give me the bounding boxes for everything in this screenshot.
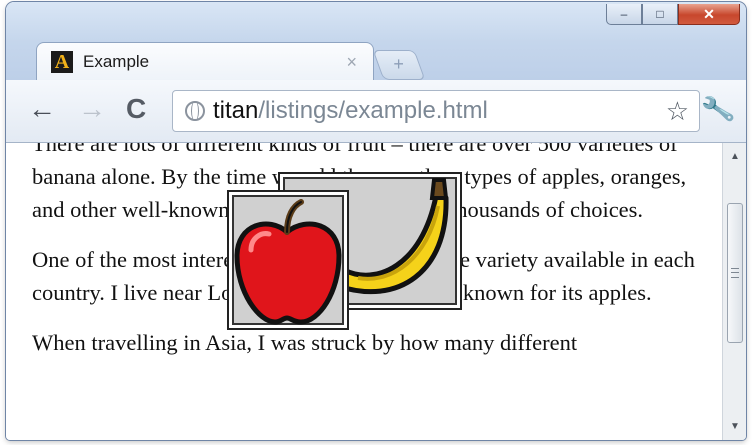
- tab-example[interactable]: A Example ×: [36, 42, 374, 81]
- minimize-button[interactable]: –: [606, 4, 642, 25]
- tab-title: Example: [83, 52, 150, 71]
- url-text[interactable]: titan/listings/example.html: [213, 97, 666, 125]
- scroll-down-arrow-icon[interactable]: ▼: [723, 421, 746, 432]
- toolbar: ← → C titan/listings/example.html ☆ 🔧: [6, 80, 746, 143]
- favicon-icon: A: [51, 51, 73, 73]
- maximize-button[interactable]: □: [642, 4, 678, 25]
- address-bar[interactable]: titan/listings/example.html ☆: [172, 90, 700, 132]
- vertical-scrollbar[interactable]: ▲ ▼: [722, 143, 746, 440]
- apple-image: [227, 190, 349, 330]
- scrollbar-thumb[interactable]: [727, 203, 743, 343]
- forward-button[interactable]: →: [78, 92, 106, 126]
- bookmark-star-icon[interactable]: ☆: [666, 96, 689, 127]
- paragraph-3: When travelling in Asia, I was struck by…: [32, 330, 578, 355]
- close-window-button[interactable]: ✕: [678, 4, 740, 25]
- grip-icon: [731, 268, 739, 278]
- back-button[interactable]: ←: [28, 92, 56, 126]
- plus-icon: +: [393, 54, 404, 74]
- new-tab-button[interactable]: +: [372, 50, 426, 80]
- url-host: titan: [213, 97, 259, 124]
- caption-buttons: – □ ✕: [606, 4, 740, 25]
- apple-icon: [234, 199, 342, 325]
- url-path: /listings/example.html: [258, 97, 488, 124]
- wrench-menu-icon[interactable]: 🔧: [699, 91, 736, 127]
- scroll-up-arrow-icon[interactable]: ▲: [723, 151, 746, 162]
- globe-icon: [185, 101, 205, 121]
- reload-button[interactable]: C: [126, 92, 146, 126]
- tab-close-icon[interactable]: ×: [346, 52, 357, 73]
